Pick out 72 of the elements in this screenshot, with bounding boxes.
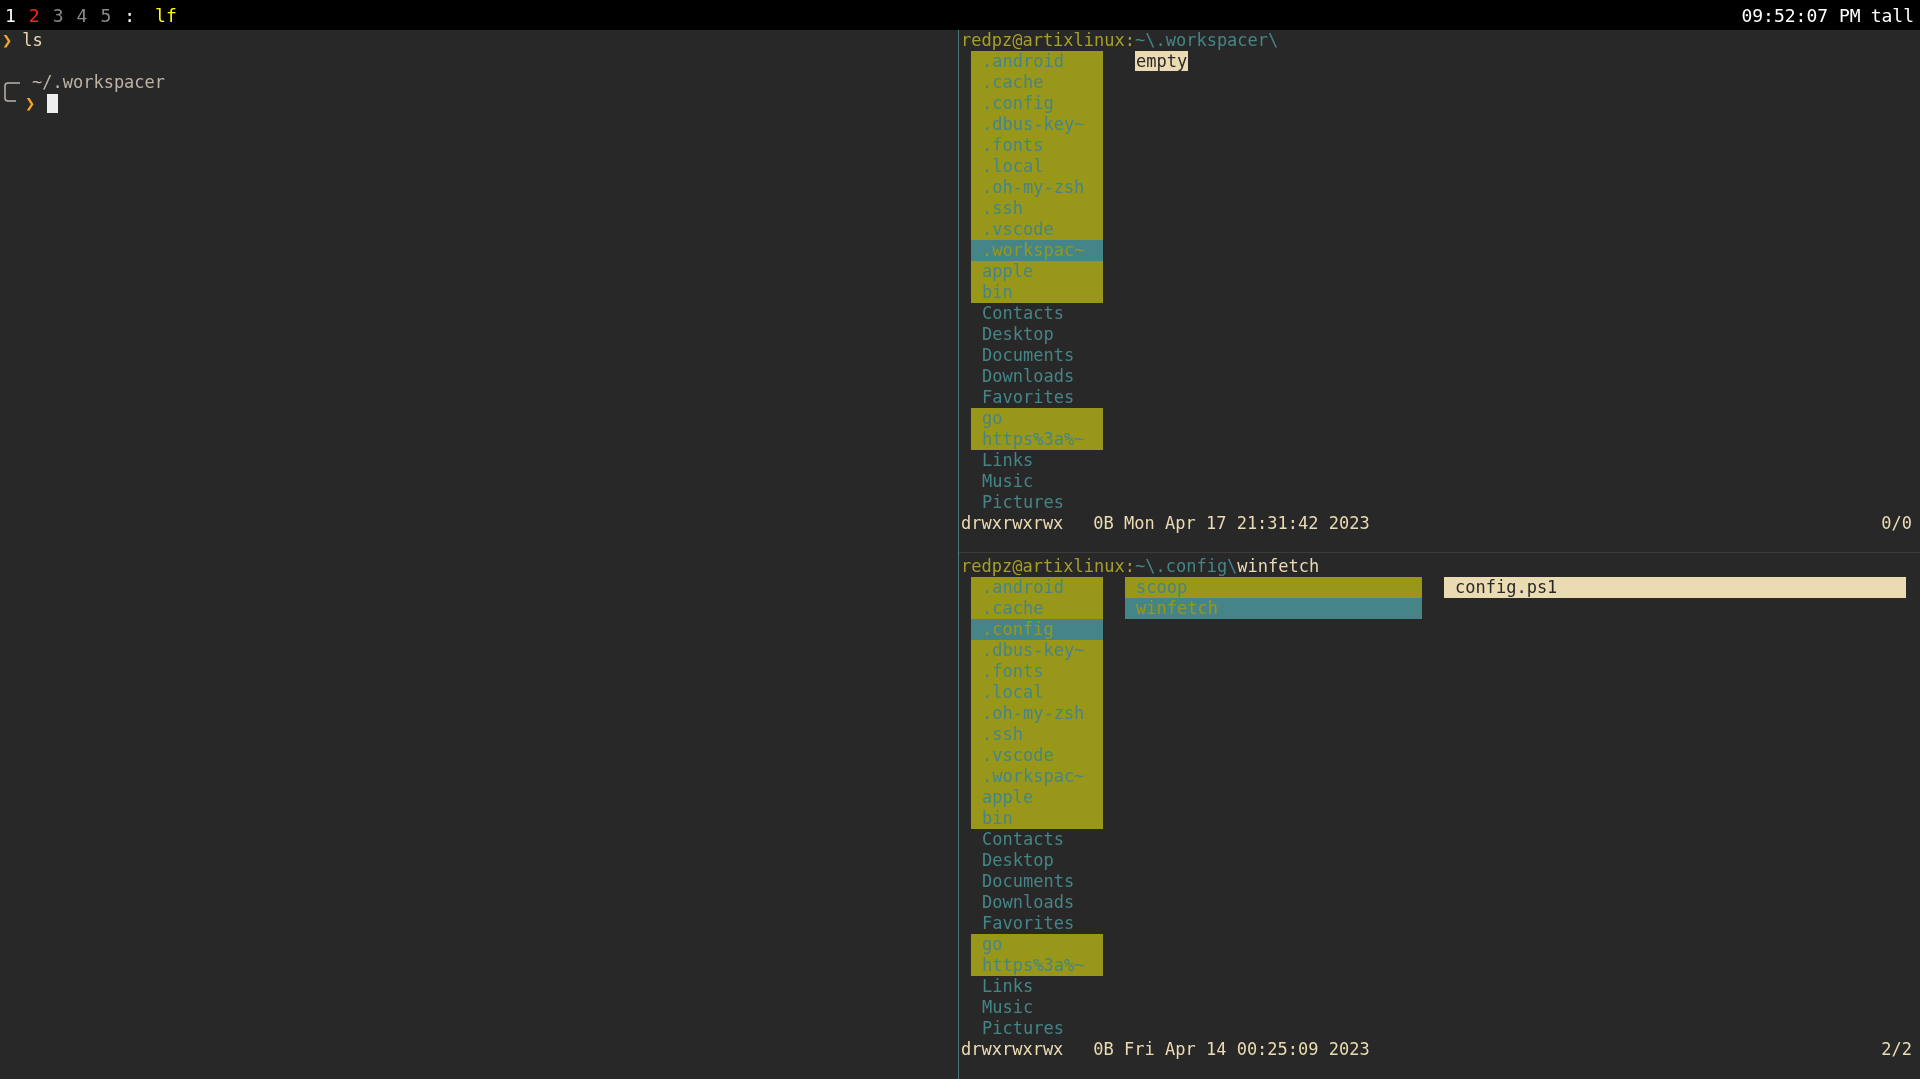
folder-entry[interactable]: .vscode: [971, 745, 1103, 766]
workspace-label[interactable]: 4: [76, 4, 88, 26]
folder-entry[interactable]: .workspac~: [971, 766, 1103, 787]
folder-entry[interactable]: .config: [971, 93, 1103, 114]
folder-entry[interactable]: Links: [971, 976, 1103, 997]
workspace-label[interactable]: 5: [100, 4, 112, 26]
folder-entry[interactable]: Desktop: [971, 324, 1103, 345]
folder-entry[interactable]: go: [971, 934, 1103, 955]
position-counter: 0/0: [1881, 513, 1912, 534]
folder-entry[interactable]: bin: [971, 808, 1103, 829]
workspace-label[interactable]: 3: [52, 4, 64, 26]
folder-entry[interactable]: .cache: [971, 72, 1103, 93]
folder-entry[interactable]: Favorites: [971, 387, 1103, 408]
host-label: redpz@artixlinux:: [961, 556, 1135, 576]
folder-entry[interactable]: .config: [971, 619, 1103, 640]
prompt-icon: ❯: [2, 30, 13, 51]
separator: :: [124, 4, 136, 26]
folder-entry[interactable]: https%3a%~: [971, 429, 1103, 450]
file-entry[interactable]: config.ps1: [1444, 577, 1906, 598]
file-info-text: 0B Fri Apr 14 00:25:09 2023: [1093, 1039, 1370, 1060]
directory-path: ~/.workspacer: [32, 72, 166, 93]
clock: 09:52:07 PM: [1741, 4, 1861, 26]
folder-entry[interactable]: Links: [971, 450, 1103, 471]
workspace-label[interactable]: 2: [28, 4, 40, 26]
folder-entry[interactable]: Downloads: [971, 366, 1103, 387]
folder-entry[interactable]: apple: [971, 261, 1103, 282]
command-text: ls: [22, 30, 43, 51]
folder-entry[interactable]: .ssh: [971, 724, 1103, 745]
folder-entry[interactable]: Music: [971, 997, 1103, 1018]
folder-entry[interactable]: apple: [971, 787, 1103, 808]
folder-entry[interactable]: https%3a%~: [971, 955, 1103, 976]
folder-entry[interactable]: Contacts: [971, 303, 1103, 324]
folder-entry[interactable]: Music: [971, 471, 1103, 492]
folder-entry[interactable]: Favorites: [971, 913, 1103, 934]
folder-entry[interactable]: .cache: [971, 598, 1103, 619]
directory-path: ~\.config\: [1135, 556, 1238, 576]
folder-entry[interactable]: bin: [971, 282, 1103, 303]
folder-entry[interactable]: Contacts: [971, 829, 1103, 850]
window-title: lf: [155, 4, 177, 26]
position-counter: 2/2: [1881, 1039, 1912, 1060]
folder-entry[interactable]: .android: [971, 577, 1103, 598]
folder-entry[interactable]: .oh-my-zsh: [971, 703, 1103, 724]
folder-entry[interactable]: Desktop: [971, 850, 1103, 871]
folder-entry[interactable]: winfetch: [1125, 598, 1422, 619]
folder-entry[interactable]: .local: [971, 682, 1103, 703]
layout-label: tall: [1870, 4, 1914, 26]
empty-message: empty: [1135, 51, 1189, 71]
folder-entry[interactable]: .dbus-key~: [971, 640, 1103, 661]
workspace-label[interactable]: 1: [5, 4, 16, 26]
folder-entry[interactable]: .oh-my-zsh: [971, 177, 1103, 198]
prompt-icon: ❯: [25, 93, 36, 114]
folder-entry[interactable]: .vscode: [971, 219, 1103, 240]
permissions-text: drwxrwxrwx: [961, 1039, 1064, 1060]
file-info-text: 0B Mon Apr 17 21:31:42 2023: [1093, 513, 1370, 534]
folder-entry[interactable]: .local: [971, 156, 1103, 177]
folder-entry[interactable]: .dbus-key~: [971, 114, 1103, 135]
folder-entry[interactable]: Documents: [971, 871, 1103, 892]
folder-entry[interactable]: .ssh: [971, 198, 1103, 219]
permissions-text: drwxrwxrwx: [961, 513, 1064, 534]
folder-entry[interactable]: .fonts: [971, 661, 1103, 682]
folder-entry[interactable]: scoop: [1125, 577, 1422, 598]
folder-entry[interactable]: Pictures: [971, 492, 1103, 513]
host-label: redpz@artixlinux:: [961, 30, 1135, 50]
folder-entry[interactable]: .android: [971, 51, 1103, 72]
folder-entry[interactable]: Pictures: [971, 1018, 1103, 1039]
folder-entry[interactable]: Documents: [971, 345, 1103, 366]
file-name: winfetch: [1237, 556, 1320, 576]
folder-entry[interactable]: Downloads: [971, 892, 1103, 913]
folder-entry[interactable]: .workspac~: [971, 240, 1103, 261]
directory-path: ~\.workspacer\: [1135, 30, 1279, 50]
folder-entry[interactable]: .fonts: [971, 135, 1103, 156]
folder-entry[interactable]: go: [971, 408, 1103, 429]
